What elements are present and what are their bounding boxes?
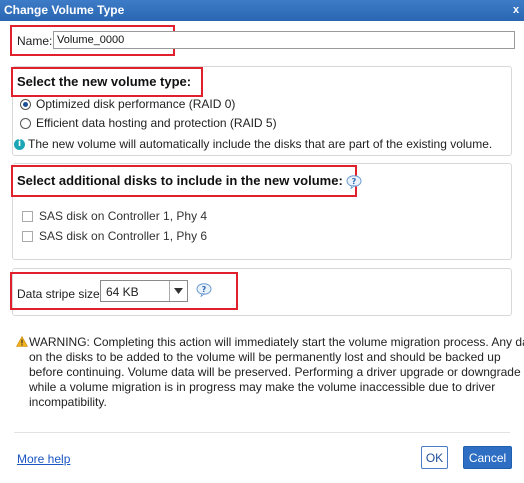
info-note: i The new volume will automatically incl… (14, 137, 492, 151)
warning-line: before continuing. Volume data will be p… (29, 365, 521, 379)
help-icon[interactable]: ? (346, 174, 362, 189)
stripe-size-value: 64 KB (106, 285, 139, 299)
cancel-button[interactable]: Cancel (463, 446, 512, 469)
volume-type-heading: Select the new volume type: (17, 74, 192, 89)
stripe-size-select[interactable]: 64 KB (100, 280, 188, 302)
stripe-size-label: Data stripe size: (17, 287, 104, 301)
window-title: Change Volume Type (4, 3, 125, 17)
name-input[interactable] (53, 31, 515, 49)
additional-disks-heading: Select additional disks to include in th… (17, 173, 362, 189)
radio-raid0-label: Optimized disk performance (RAID 0) (36, 97, 236, 111)
info-text: The new volume will automatically includ… (28, 137, 493, 151)
svg-text:?: ? (202, 285, 207, 294)
radio-button[interactable] (20, 117, 31, 129)
svg-text:?: ? (352, 177, 357, 186)
warning-line: incompatibility. (29, 395, 107, 409)
warning-text: WARNING: Completing this action will imm… (29, 335, 524, 349)
change-volume-type-dialog: Change Volume Type x Name: Select the ne… (0, 0, 524, 483)
name-label: Name: (17, 34, 53, 48)
disk-checkbox[interactable] (22, 230, 33, 242)
radio-raid5[interactable]: Efficient data hosting and protection (R… (20, 116, 277, 130)
info-icon: i (14, 138, 25, 150)
radio-raid0[interactable]: Optimized disk performance (RAID 0) (20, 97, 235, 111)
disk-checkbox-row[interactable]: SAS disk on Controller 1, Phy 6 (22, 229, 207, 243)
warning-line: on the disks to be added to the volume w… (29, 350, 501, 364)
radio-raid5-label: Efficient data hosting and protection (R… (36, 116, 277, 130)
warning-message: WARNING: Completing this action will imm… (16, 335, 524, 410)
warning-line: while a volume migration is in progress … (29, 380, 496, 394)
warning-line: WARNING: Completing this action will imm… (16, 335, 524, 350)
footer-divider (14, 432, 510, 433)
title-bar: Change Volume Type x (0, 0, 524, 21)
radio-button-selected[interactable] (20, 98, 31, 110)
more-help-link[interactable]: More help (17, 452, 70, 466)
close-icon[interactable]: x (511, 3, 521, 17)
additional-disks-title: Select additional disks to include in th… (17, 173, 343, 188)
disk-label: SAS disk on Controller 1, Phy 6 (39, 229, 208, 243)
disk-checkbox-row[interactable]: SAS disk on Controller 1, Phy 4 (22, 209, 207, 223)
disk-label: SAS disk on Controller 1, Phy 4 (39, 209, 208, 223)
chevron-down-icon[interactable] (169, 281, 187, 301)
disk-checkbox[interactable] (22, 210, 33, 222)
warning-icon (16, 336, 28, 347)
help-icon[interactable]: ? (196, 283, 212, 297)
ok-button[interactable]: OK (421, 446, 448, 469)
